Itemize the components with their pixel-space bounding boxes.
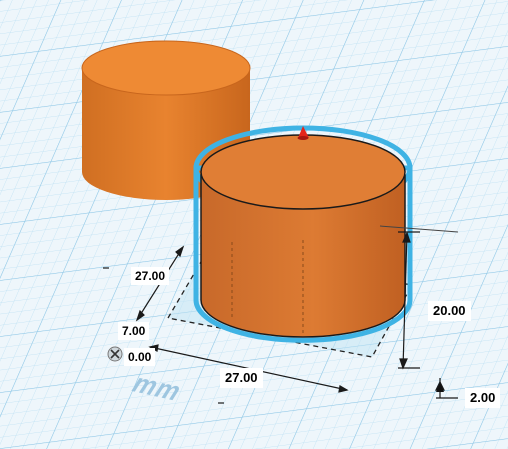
depth-dimension-label[interactable]: 27.00 (131, 267, 170, 285)
height-dimension-label[interactable]: 20.00 (428, 301, 471, 321)
close-icon[interactable] (107, 346, 123, 362)
offset-y-dimension-label[interactable]: 0.00 (124, 348, 156, 366)
width-dimension-label[interactable]: 27.00 (220, 368, 263, 388)
elevation-dimension-label[interactable]: 2.00 (465, 388, 501, 408)
offset-x-dimension-label[interactable]: 7.00 (118, 322, 150, 340)
